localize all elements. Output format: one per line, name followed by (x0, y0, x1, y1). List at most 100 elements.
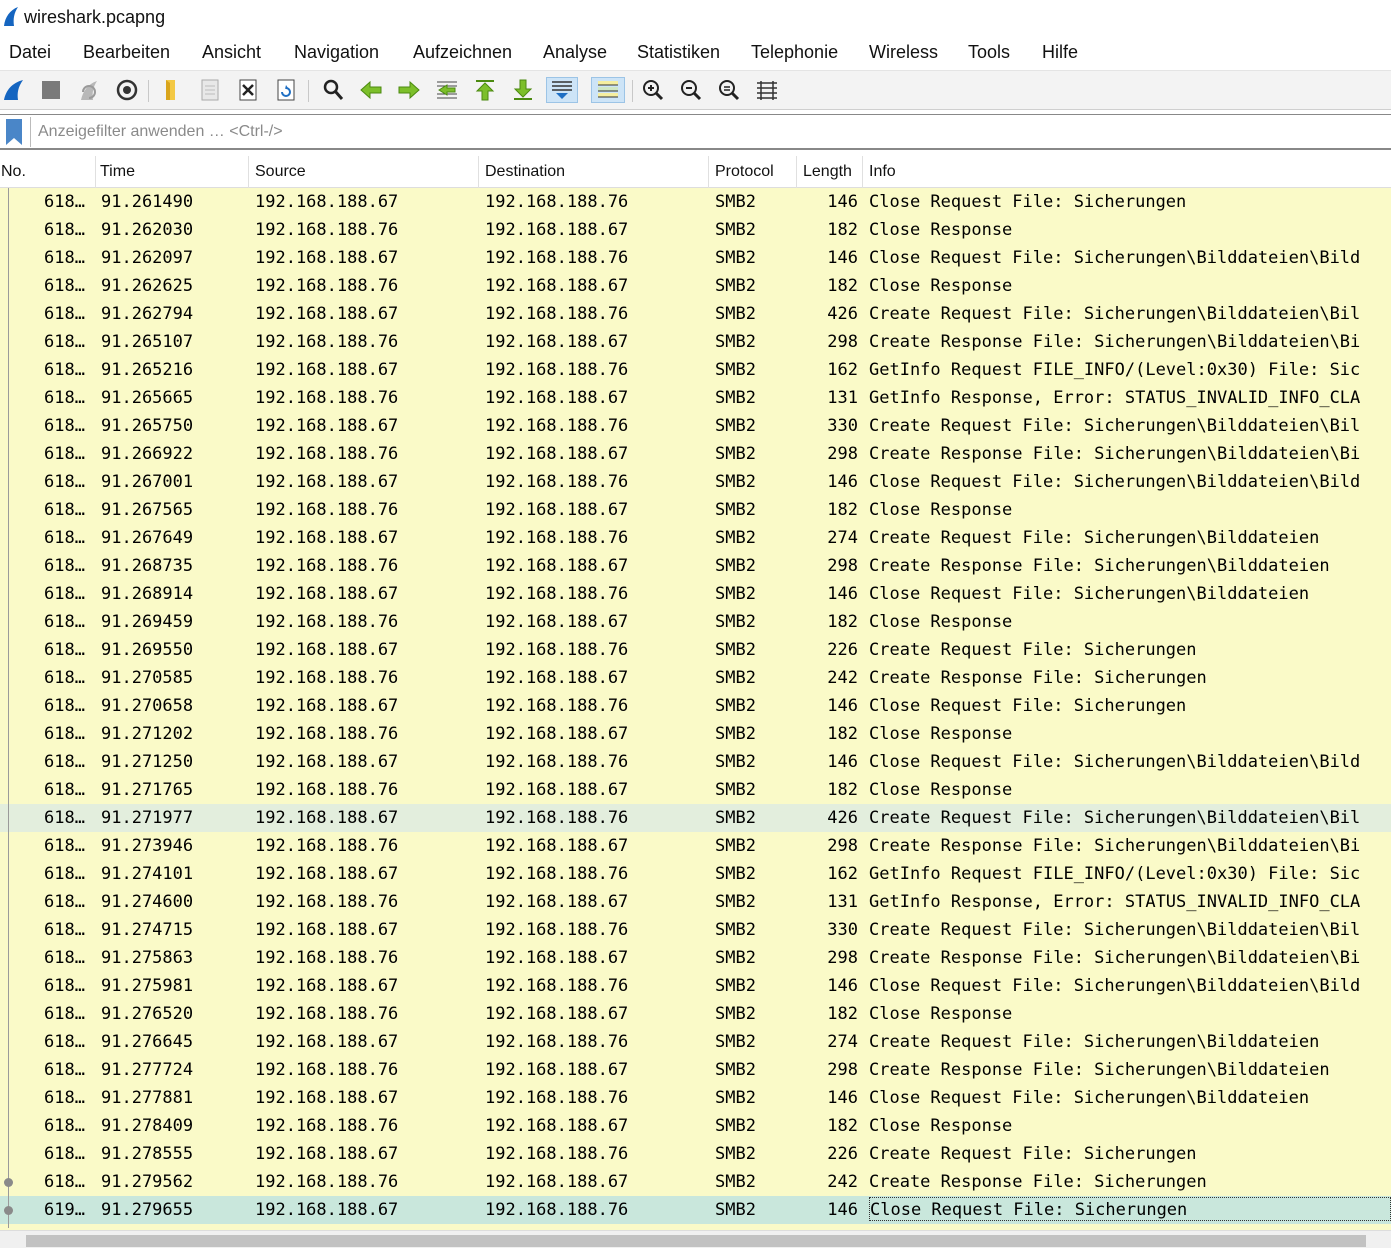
cell-source: 192.168.188.76 (255, 388, 399, 408)
packet-row[interactable]: 618… 91.278409 192.168.188.76 192.168.188.6… (0, 1112, 1391, 1140)
packet-row[interactable]: 618… 91.270658 192.168.188.67 192.168.188.7… (0, 692, 1391, 720)
packet-row[interactable]: 618… 91.274715 192.168.188.67 192.168.188.7… (0, 916, 1391, 944)
packet-row[interactable]: 618… 91.265216 192.168.188.67 192.168.188.7… (0, 356, 1391, 384)
packet-row[interactable]: 618… 91.271765 192.168.188.76 192.168.188.6… (0, 776, 1391, 804)
packet-row[interactable]: 618… 91.271202 192.168.188.76 192.168.188.6… (0, 720, 1391, 748)
stop-capture-icon[interactable] (38, 77, 64, 103)
column-header-protocol[interactable]: Protocol (709, 156, 797, 188)
close-file-icon[interactable] (235, 77, 261, 103)
cell-source: 192.168.188.67 (255, 920, 399, 940)
cell-length: 146 (827, 696, 858, 716)
menu-hilfe[interactable]: Hilfe (1042, 42, 1078, 63)
packet-row[interactable]: 618… 91.261490 192.168.188.67 192.168.188.7… (0, 188, 1391, 216)
packet-row[interactable]: 618… 91.267001 192.168.188.67 192.168.188.7… (0, 468, 1391, 496)
cell-info: Create Response File: Sicherungen\Bildda… (869, 948, 1361, 968)
column-header-source[interactable]: Source (249, 156, 479, 188)
cell-destination: 192.168.188.67 (485, 1004, 629, 1024)
column-header-no[interactable]: No. (0, 156, 96, 188)
column-header-time[interactable]: Time (96, 156, 249, 188)
packet-row[interactable]: 618… 91.277881 192.168.188.67 192.168.188.7… (0, 1084, 1391, 1112)
find-packet-icon[interactable] (320, 77, 346, 103)
packet-row[interactable]: 618… 91.269550 192.168.188.67 192.168.188.7… (0, 636, 1391, 664)
column-header-destination[interactable]: Destination (479, 156, 709, 188)
zoom-in-icon[interactable] (640, 77, 666, 103)
packet-row[interactable]: 618… 91.267565 192.168.188.76 192.168.188.6… (0, 496, 1391, 524)
resize-columns-icon[interactable] (754, 77, 780, 103)
cell-no: 618… (44, 304, 85, 324)
start-capture-icon[interactable] (1, 77, 27, 103)
cell-length: 182 (827, 500, 858, 520)
cell-source: 192.168.188.67 (255, 1088, 399, 1108)
display-filter-input[interactable] (34, 117, 1384, 147)
go-last-packet-icon[interactable] (510, 77, 536, 103)
normal-size-icon[interactable] (716, 77, 742, 103)
menu-statistiken[interactable]: Statistiken (637, 42, 720, 63)
horizontal-scrollbar[interactable] (0, 1230, 1391, 1248)
packet-row[interactable]: 618… 91.262625 192.168.188.76 192.168.188.6… (0, 272, 1391, 300)
restart-capture-icon[interactable] (76, 77, 102, 103)
cell-destination: 192.168.188.76 (485, 696, 629, 716)
cell-source: 192.168.188.76 (255, 612, 399, 632)
go-forward-icon[interactable] (396, 77, 422, 103)
column-header-length[interactable]: Length (797, 156, 863, 188)
menu-datei[interactable]: Datei (9, 42, 51, 63)
packet-row[interactable]: 618… 91.269459 192.168.188.76 192.168.188.6… (0, 608, 1391, 636)
open-file-icon[interactable] (159, 77, 185, 103)
packet-row[interactable]: 618… 91.278555 192.168.188.67 192.168.188.7… (0, 1140, 1391, 1168)
packet-row[interactable]: 618… 91.262097 192.168.188.67 192.168.188.7… (0, 244, 1391, 272)
menu-navigation[interactable]: Navigation (294, 42, 379, 63)
packet-row[interactable]: 618… 91.277724 192.168.188.76 192.168.188.6… (0, 1056, 1391, 1084)
filter-bookmark-icon[interactable] (6, 119, 22, 145)
menu-bearbeiten[interactable]: Bearbeiten (83, 42, 170, 63)
menu-analyse[interactable]: Analyse (543, 42, 607, 63)
packet-row[interactable]: 618… 91.262794 192.168.188.67 192.168.188.7… (0, 300, 1391, 328)
go-first-packet-icon[interactable] (472, 77, 498, 103)
cell-no: 619… (44, 1200, 85, 1220)
cell-length: 182 (827, 724, 858, 744)
menu-aufzeichnen[interactable]: Aufzeichnen (413, 42, 512, 63)
packet-row[interactable]: 618… 91.265665 192.168.188.76 192.168.188.6… (0, 384, 1391, 412)
packet-row-selected[interactable]: 619… 91.279655 192.168.188.67 192.168.188.7… (0, 1196, 1391, 1224)
go-to-packet-icon[interactable] (434, 77, 460, 103)
cell-source: 192.168.188.76 (255, 668, 399, 688)
cell-time: 91.279655 (101, 1200, 194, 1220)
packet-row[interactable]: 618… 91.274101 192.168.188.67 192.168.188.7… (0, 860, 1391, 888)
packet-row[interactable]: 618… 91.275981 192.168.188.67 192.168.188.7… (0, 972, 1391, 1000)
cell-source: 192.168.188.67 (255, 1200, 399, 1220)
colorize-icon[interactable] (591, 77, 625, 103)
scrollbar-thumb[interactable] (26, 1235, 1366, 1247)
cell-no: 618… (44, 1116, 85, 1136)
packet-row[interactable]: 618… 91.268914 192.168.188.67 192.168.188.7… (0, 580, 1391, 608)
menu-telephonie[interactable]: Telephonie (751, 42, 838, 63)
packet-row[interactable]: 618… 91.266922 192.168.188.76 192.168.188.6… (0, 440, 1391, 468)
reload-file-icon[interactable] (273, 77, 299, 103)
packet-row[interactable]: 618… 91.268735 192.168.188.76 192.168.188.6… (0, 552, 1391, 580)
cell-length: 146 (827, 192, 858, 212)
menu-tools[interactable]: Tools (968, 42, 1010, 63)
packet-row[interactable]: 618… 91.265750 192.168.188.67 192.168.188.7… (0, 412, 1391, 440)
cell-info: Create Response File: Sicherungen\Bildda… (869, 444, 1361, 464)
cell-info: Create Response File: Sicherungen\Bildda… (869, 836, 1361, 856)
packet-row[interactable]: 618… 91.270585 192.168.188.76 192.168.188.6… (0, 664, 1391, 692)
packet-row[interactable]: 618… 91.274600 192.168.188.76 192.168.188.6… (0, 888, 1391, 916)
go-back-icon[interactable] (358, 77, 384, 103)
cell-protocol: SMB2 (715, 276, 756, 296)
packet-row[interactable]: 618… 91.271977 192.168.188.67 192.168.188.7… (0, 804, 1391, 832)
packet-row[interactable]: 618… 91.279562 192.168.188.76 192.168.188.6… (0, 1168, 1391, 1196)
capture-options-icon[interactable] (114, 77, 140, 103)
packet-row[interactable]: 618… 91.267649 192.168.188.67 192.168.188.7… (0, 524, 1391, 552)
cell-time: 91.274101 (101, 864, 194, 884)
menu-ansicht[interactable]: Ansicht (202, 42, 261, 63)
packet-row[interactable]: 618… 91.271250 192.168.188.67 192.168.188.7… (0, 748, 1391, 776)
packet-row[interactable]: 618… 91.276645 192.168.188.67 192.168.188.7… (0, 1028, 1391, 1056)
autoscroll-icon[interactable] (546, 77, 578, 103)
packet-row[interactable]: 618… 91.276520 192.168.188.76 192.168.188.6… (0, 1000, 1391, 1028)
column-header-info[interactable]: Info (863, 156, 1391, 188)
packet-row[interactable]: 618… 91.275863 192.168.188.76 192.168.188.6… (0, 944, 1391, 972)
save-file-icon[interactable] (197, 77, 223, 103)
zoom-out-icon[interactable] (678, 77, 704, 103)
menu-wireless[interactable]: Wireless (869, 42, 938, 63)
packet-row[interactable]: 618… 91.273946 192.168.188.76 192.168.188.6… (0, 832, 1391, 860)
packet-row[interactable]: 618… 91.265107 192.168.188.76 192.168.188.6… (0, 328, 1391, 356)
packet-row[interactable]: 618… 91.262030 192.168.188.76 192.168.188.6… (0, 216, 1391, 244)
